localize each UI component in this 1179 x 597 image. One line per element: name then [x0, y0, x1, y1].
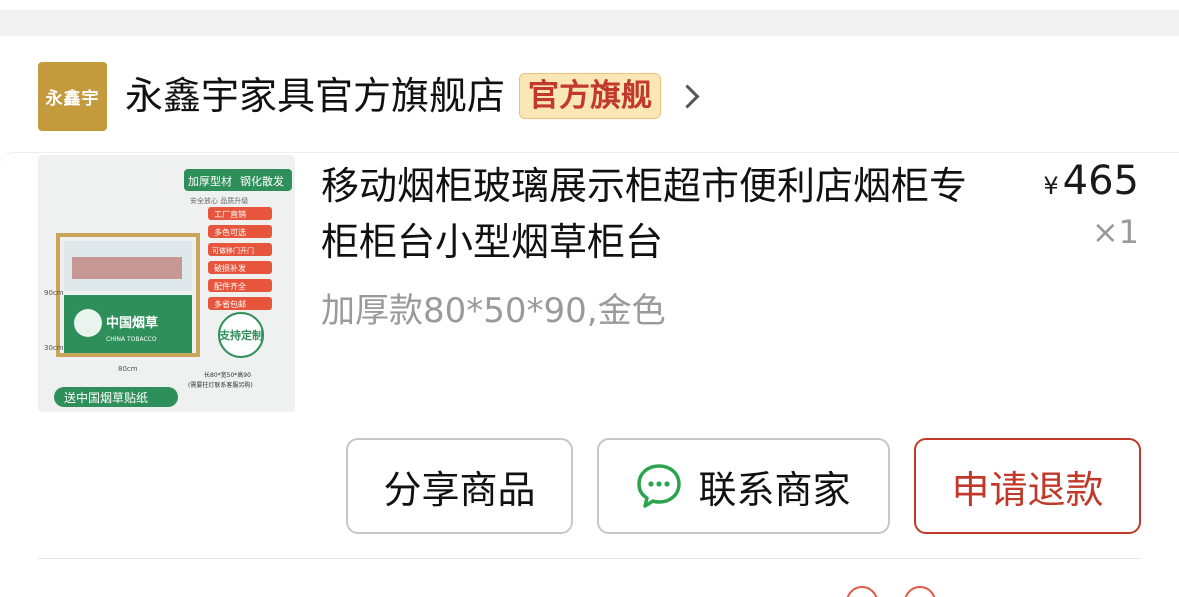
share-product-label: 分享商品 — [383, 467, 536, 512]
brand-logo-icon — [74, 309, 102, 337]
product-price: ¥465 — [1043, 155, 1139, 215]
image-banner-text: 送中国烟草贴纸 — [64, 390, 148, 405]
dim-height: 90cm — [44, 289, 64, 297]
feature-1: 工厂直销 — [214, 209, 246, 219]
size-note-2: (需要柱灯联系客服另购) — [188, 381, 253, 389]
official-flagship-badge: 官方旗舰 — [519, 73, 662, 119]
product-spec: 加厚款80*50*90,金色 — [321, 291, 666, 331]
chat-icon — [636, 463, 682, 509]
store-name[interactable]: 永鑫宇家具官方旗舰店 — [125, 61, 505, 131]
dim-side: 30cm — [44, 344, 64, 352]
chevron-right-icon[interactable] — [675, 83, 700, 109]
feature-4: 破损补发 — [214, 263, 246, 273]
product-thumbnail[interactable]: 加厚型材 钢化散发 安全放心 品质升级 中国烟草 CHINA TOBACCO 工… — [38, 155, 295, 412]
size-note: 长80*宽50*高90 — [204, 371, 251, 379]
feature-5: 配件齐全 — [214, 281, 246, 291]
product-quantity: ×1 — [1091, 213, 1139, 251]
custom-badge-text: 支持定制 — [218, 328, 263, 342]
top-separator — [0, 0, 1179, 36]
dim-width: 80cm — [118, 365, 138, 373]
order-item-page: 永鑫宇 永鑫宇家具官方旗舰店 官方旗舰 加厚型材 钢化散发 安全放心 品质升级 … — [0, 0, 1179, 597]
cabinet-shelf — [72, 257, 182, 279]
brand-panel-text: 中国烟草 — [106, 315, 158, 331]
section-divider — [38, 558, 1141, 559]
store-logo: 永鑫宇 — [38, 61, 107, 131]
feature-3: 可做移门开门 — [212, 246, 254, 255]
feature-6: 多省包邮 — [214, 299, 246, 309]
store-header[interactable]: 永鑫宇 永鑫宇家具官方旗舰店 官方旗舰 — [38, 61, 700, 131]
price-amount: 465 — [1062, 158, 1139, 204]
brand-panel-en: CHINA TOBACCO — [106, 336, 157, 343]
top-separator-edge — [0, 0, 1179, 10]
contact-seller-button[interactable]: 联系商家 — [597, 438, 890, 534]
image-tag-right: 钢化散发 — [240, 174, 284, 188]
product-title[interactable]: 移动烟柜玻璃展示柜超市便利店烟柜专柜柜台小型烟草柜台 — [321, 158, 1001, 270]
product-image: 加厚型材 钢化散发 安全放心 品质升级 中国烟草 CHINA TOBACCO 工… — [38, 155, 295, 412]
request-refund-label: 申请退款 — [951, 467, 1104, 512]
feature-2: 多色可选 — [214, 227, 246, 237]
price-currency: ¥ — [1043, 172, 1059, 200]
image-tag-left: 加厚型材 — [188, 174, 232, 188]
image-subline: 安全放心 品质升级 — [190, 196, 248, 205]
request-refund-button[interactable]: 申请退款 — [914, 438, 1141, 534]
contact-seller-label: 联系商家 — [698, 467, 851, 512]
share-product-button[interactable]: 分享商品 — [346, 438, 573, 534]
